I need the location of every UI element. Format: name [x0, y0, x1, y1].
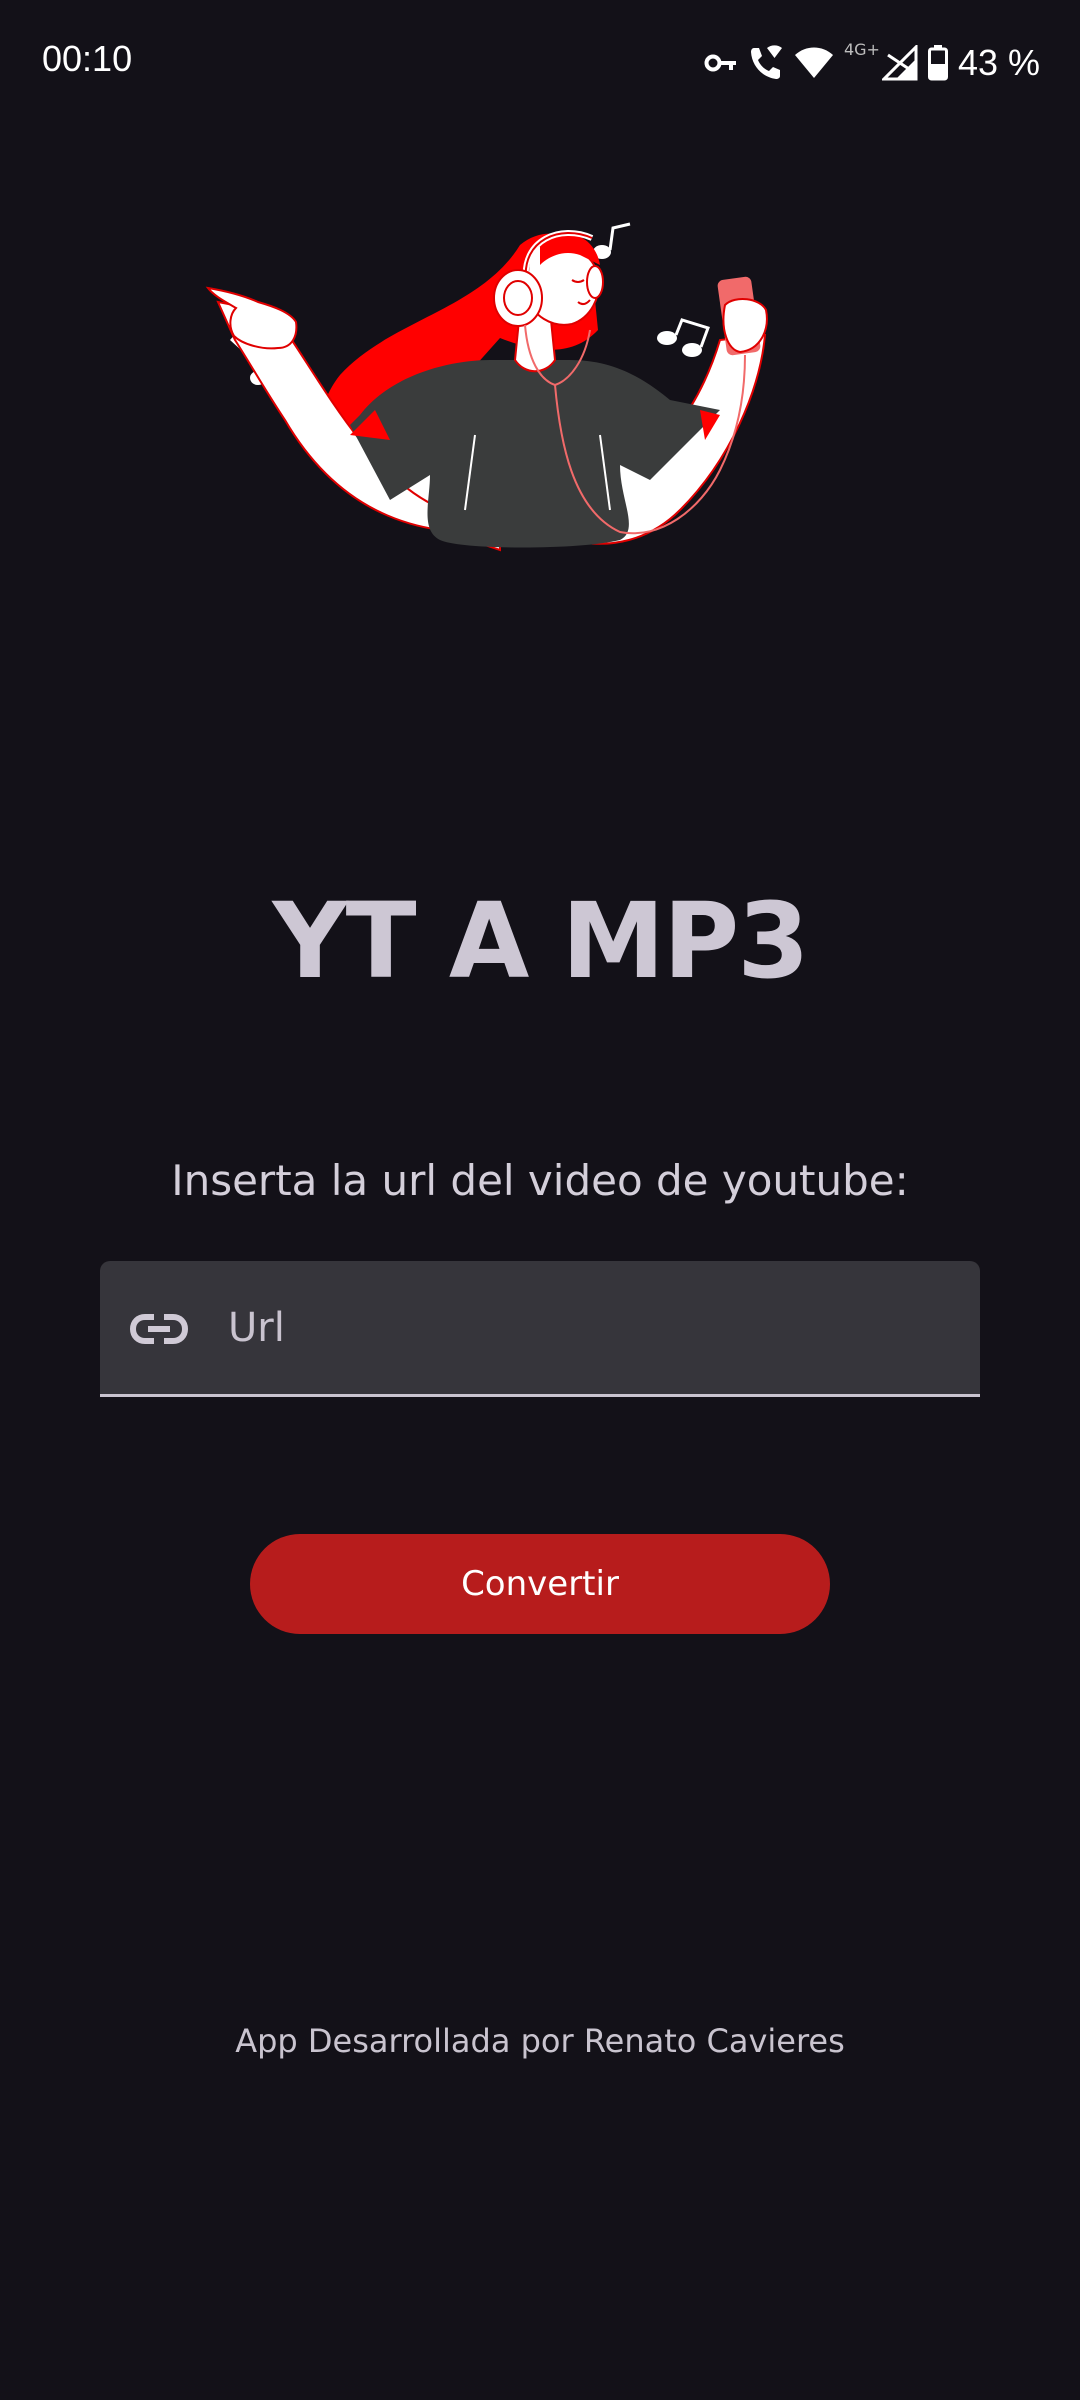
battery-percent: 43 % [957, 42, 1040, 83]
app-title: YT A MP3 [272, 880, 809, 1002]
status-icons: 4G+ 43 % [704, 38, 1040, 88]
vpn-key-icon [704, 51, 738, 75]
url-instruction: Inserta la url del video de youtube: [171, 1156, 909, 1205]
link-icon [129, 1301, 189, 1357]
url-input[interactable] [228, 1261, 948, 1394]
battery-icon [927, 45, 948, 81]
signal-icon [881, 45, 918, 81]
status-time: 00:10 [42, 38, 133, 79]
wifi-icon [794, 46, 834, 80]
girl-listening-music-illustration [200, 210, 880, 750]
wifi-calling-icon [748, 44, 784, 82]
url-text-field[interactable] [100, 1261, 980, 1397]
status-bar: 00:10 4G+ 43 % [0, 0, 1080, 120]
developer-credits: App Desarrollada por Renato Cavieres [235, 2022, 845, 2060]
screen: 00:10 4G+ 43 % YT A MP3 Inserta la url d… [0, 0, 1080, 2400]
convert-button[interactable]: Convertir [250, 1534, 830, 1634]
network-type-label: 4G+ [843, 39, 880, 59]
